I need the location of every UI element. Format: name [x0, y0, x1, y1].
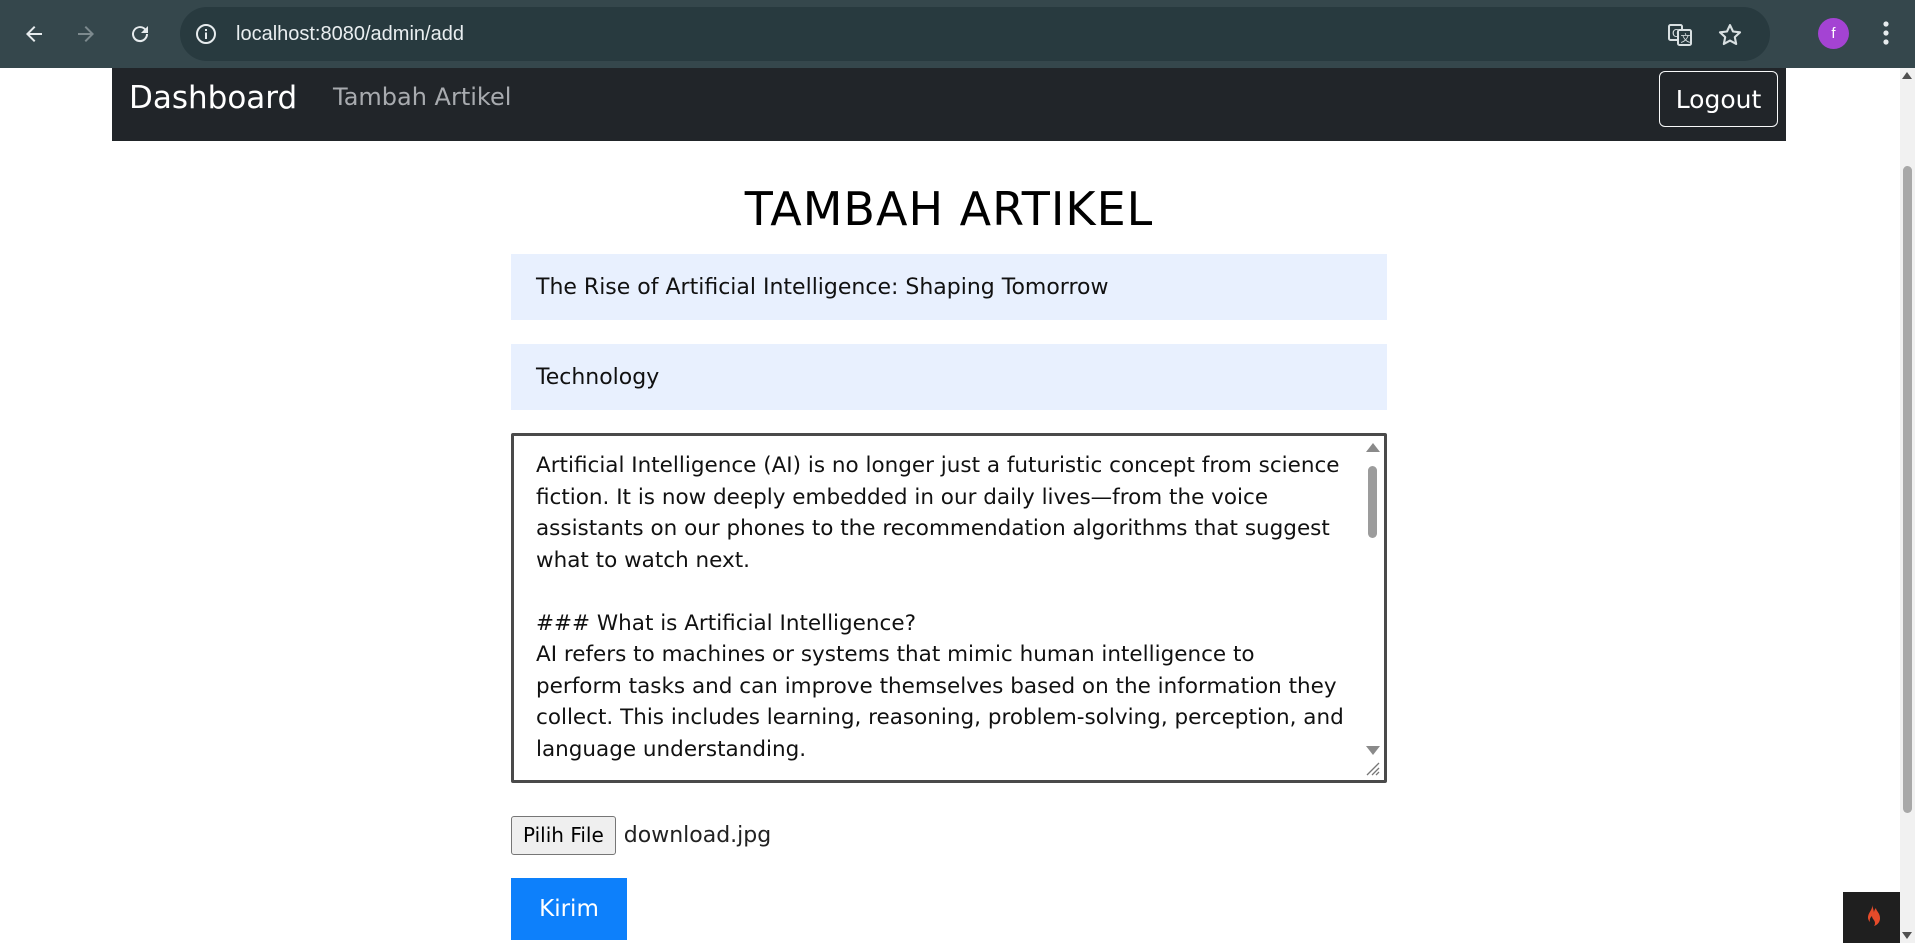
choose-file-button[interactable]: Pilih File: [511, 815, 616, 855]
page-viewport: Dashboard Tambah Artikel Logout TAMBAH A…: [0, 68, 1915, 943]
scroll-down-arrow-icon[interactable]: [1366, 746, 1380, 755]
svg-text:文: 文: [1681, 32, 1691, 45]
reload-icon[interactable]: [120, 14, 160, 54]
textarea-scrollbar[interactable]: [1363, 439, 1381, 776]
page-scroll-up-icon[interactable]: [1902, 72, 1912, 79]
page-title: TAMBAH ARTIKEL: [744, 182, 1154, 236]
page-scroll-thumb[interactable]: [1903, 166, 1912, 813]
textarea-scroll-thumb[interactable]: [1368, 466, 1377, 538]
back-icon[interactable]: [14, 14, 54, 54]
info-icon[interactable]: [194, 22, 218, 46]
content-text[interactable]: Artificial Intelligence (AI) is no longe…: [536, 450, 1346, 765]
page-scrollbar[interactable]: [1900, 68, 1915, 943]
page-scroll-down-icon[interactable]: [1902, 932, 1912, 939]
category-input[interactable]: Technology: [511, 344, 1387, 410]
scroll-up-arrow-icon[interactable]: [1366, 443, 1380, 452]
browser-toolbar: localhost:8080/admin/add G文 f: [0, 0, 1915, 68]
title-input[interactable]: The Rise of Artificial Intelligence: Sha…: [511, 254, 1387, 320]
content-textarea[interactable]: Artificial Intelligence (AI) is no longe…: [511, 433, 1387, 783]
translate-icon[interactable]: G文: [1666, 21, 1694, 49]
profile-avatar[interactable]: f: [1818, 18, 1849, 49]
debug-toolbar-toggle[interactable]: [1843, 892, 1900, 943]
submit-button[interactable]: Kirim: [511, 878, 627, 940]
nav-link-tambah-artikel[interactable]: Tambah Artikel: [333, 83, 511, 111]
file-input: Pilih File download.jpg: [511, 815, 771, 855]
menu-dots-icon[interactable]: [1876, 16, 1896, 50]
navbar-brand[interactable]: Dashboard: [129, 80, 297, 116]
top-navbar: Dashboard Tambah Artikel Logout: [112, 68, 1786, 141]
bookmark-star-icon[interactable]: [1716, 21, 1744, 49]
forward-icon[interactable]: [66, 14, 106, 54]
file-name: download.jpg: [623, 822, 772, 848]
address-bar[interactable]: localhost:8080/admin/add G文: [180, 7, 1770, 61]
logout-button[interactable]: Logout: [1659, 71, 1778, 127]
resize-handle-icon[interactable]: [1361, 757, 1381, 777]
url-text[interactable]: localhost:8080/admin/add: [236, 23, 464, 46]
flame-icon: [1867, 905, 1880, 926]
